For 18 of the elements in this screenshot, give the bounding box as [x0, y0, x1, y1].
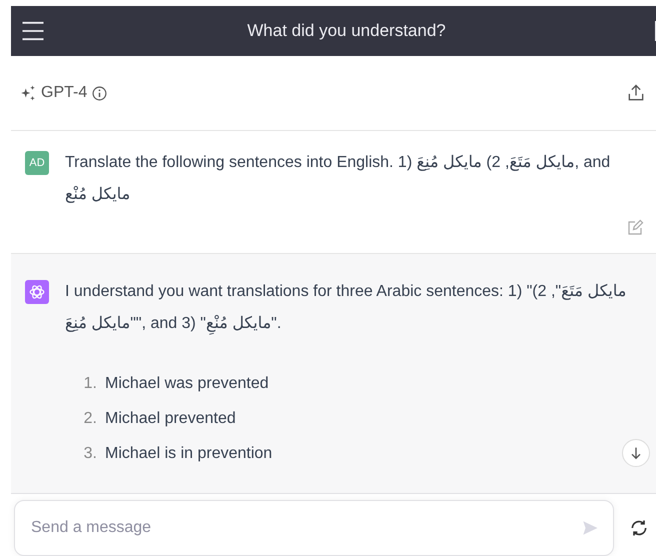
scroll-down-button[interactable] — [622, 439, 650, 467]
user-avatar: AD — [25, 151, 49, 175]
message-input[interactable]: Send a message — [29, 515, 581, 541]
list-number: 2. — [82, 409, 97, 429]
message-text: I understand you want translations for three Arabic sentences: 1) "مايكل مَتَعَ", 2) "مايكل مُنِعَ", and 3) "مايكل مُنْعِ". — [65, 276, 644, 340]
window-title: What did you understand? — [246, 20, 447, 42]
list-item-text: Michael was prevented — [105, 374, 269, 394]
message-field[interactable]: Send a message — [14, 500, 614, 556]
share-icon[interactable] — [626, 83, 646, 103]
list-number: 3. — [82, 444, 97, 464]
regenerate-icon[interactable] — [629, 518, 649, 538]
list-item-text: Michael is in prevention — [105, 444, 272, 464]
sparkle-icon — [19, 84, 37, 102]
list-number: 1. — [82, 374, 97, 394]
list-item-text: Michael prevented — [105, 409, 236, 429]
message-text: Translate the following sentences into English. 1) مايكل مَتَعَ, 2) مايكل مُنِعَ, and مايكل مُنْع — [65, 153, 612, 205]
model-name: GPT-4 — [41, 83, 88, 103]
info-icon[interactable] — [91, 84, 108, 102]
